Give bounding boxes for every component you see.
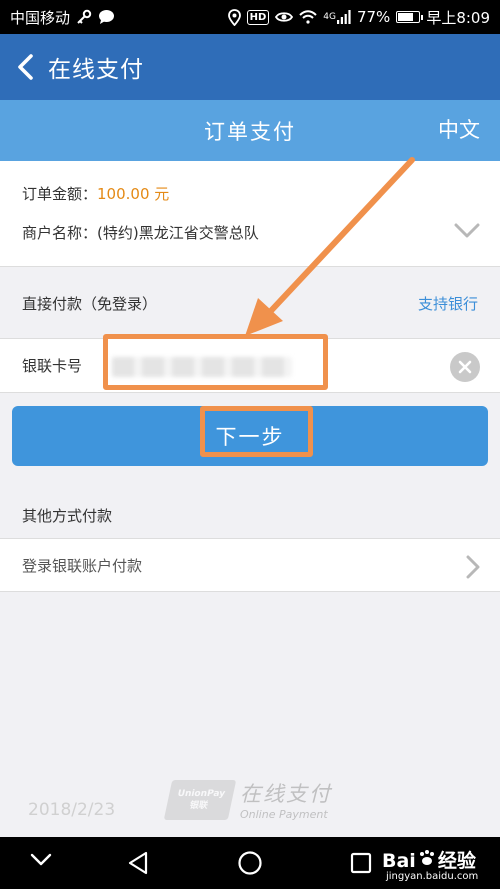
- footer-text-main: 在线支付: [240, 782, 332, 806]
- eye-icon: [275, 10, 294, 24]
- close-icon: [458, 360, 472, 374]
- watermark-brand-a: Bai: [382, 850, 416, 872]
- watermark-url: jingyan.baidu.com: [386, 871, 479, 882]
- app-bar-title: 在线支付: [48, 57, 144, 83]
- app-bar: 在线支付: [0, 34, 500, 100]
- hd-badge: HD: [246, 9, 270, 25]
- nav-recents-icon[interactable]: [350, 852, 372, 874]
- paw-icon: [418, 849, 436, 872]
- clear-input-button[interactable]: [450, 352, 480, 382]
- unionpay-logo-cn: 银联: [188, 800, 209, 811]
- order-amount-label: 订单金额：: [22, 185, 98, 203]
- nav-back-icon[interactable]: [127, 851, 149, 875]
- nav-collapse-icon[interactable]: [30, 853, 52, 867]
- location-icon: [227, 8, 241, 26]
- unionpay-footer-logo: UnionPay 银联 在线支付 Online Payment: [163, 778, 332, 821]
- date-stamp: 2018/2/23: [28, 800, 116, 820]
- card-number-input[interactable]: [114, 350, 314, 381]
- network-type: 4G: [323, 12, 336, 22]
- status-left: 中国移动: [10, 7, 115, 28]
- merchant-row: 商户名称： (特约)黑龙江省交警总队: [22, 222, 478, 243]
- merchant-label: 商户名称：: [22, 224, 98, 242]
- back-icon[interactable]: [16, 53, 34, 81]
- unionpay-logo: UnionPay 银联: [163, 779, 237, 820]
- clock: 早上8:09: [426, 8, 490, 27]
- order-amount-row: 订单金额： 100.00 元: [22, 183, 478, 204]
- wifi-icon: [299, 10, 317, 24]
- card-number-label: 银联卡号: [22, 357, 83, 375]
- merchant-value: (特约)黑龙江省交警总队: [97, 224, 259, 242]
- support-bank-link[interactable]: 支持银行: [418, 293, 478, 314]
- order-amount-value: 100.00 元: [97, 185, 170, 203]
- page-title: 订单支付: [204, 119, 296, 144]
- unionpay-logo-en: UnionPay: [176, 788, 227, 799]
- chevron-down-icon[interactable]: [454, 223, 480, 243]
- next-step-button[interactable]: 下一步: [12, 406, 488, 466]
- direct-pay-section: 直接付款（免登录） 支持银行: [0, 268, 500, 338]
- battery-percent: 77%: [356, 8, 391, 26]
- baidu-watermark: Bai 经验: [382, 846, 476, 873]
- status-right: HD 4G 77% 早上8:09: [227, 7, 490, 28]
- footer-text-sub: Online Payment: [240, 808, 328, 821]
- nav-home-icon[interactable]: [237, 850, 263, 876]
- login-unionpay-option[interactable]: 登录银联账户付款: [0, 538, 500, 592]
- status-bar: 中国移动 HD 4G 77% 早上8:09: [0, 0, 500, 34]
- card-number-row: 银联卡号: [0, 338, 500, 393]
- key-icon: [76, 9, 92, 25]
- chat-icon: [98, 9, 115, 25]
- language-switch[interactable]: 中文: [438, 114, 480, 144]
- other-methods-header: 其他方式付款: [22, 506, 113, 525]
- chevron-right-icon: [466, 555, 480, 583]
- order-info-card: 订单金额： 100.00 元 商户名称： (特约)黑龙江省交警总队: [0, 161, 500, 267]
- battery-level: [398, 13, 413, 21]
- order-payment-header: 订单支付 中文: [0, 100, 500, 161]
- watermark-brand-b: 经验: [437, 850, 476, 872]
- carrier-name: 中国移动: [10, 8, 71, 27]
- footer-text: 在线支付 Online Payment: [240, 778, 332, 821]
- battery-icon: [396, 11, 424, 23]
- signal-icon: 4G: [323, 10, 351, 24]
- direct-pay-label: 直接付款（免登录）: [22, 294, 158, 313]
- login-unionpay-label: 登录银联账户付款: [22, 556, 143, 575]
